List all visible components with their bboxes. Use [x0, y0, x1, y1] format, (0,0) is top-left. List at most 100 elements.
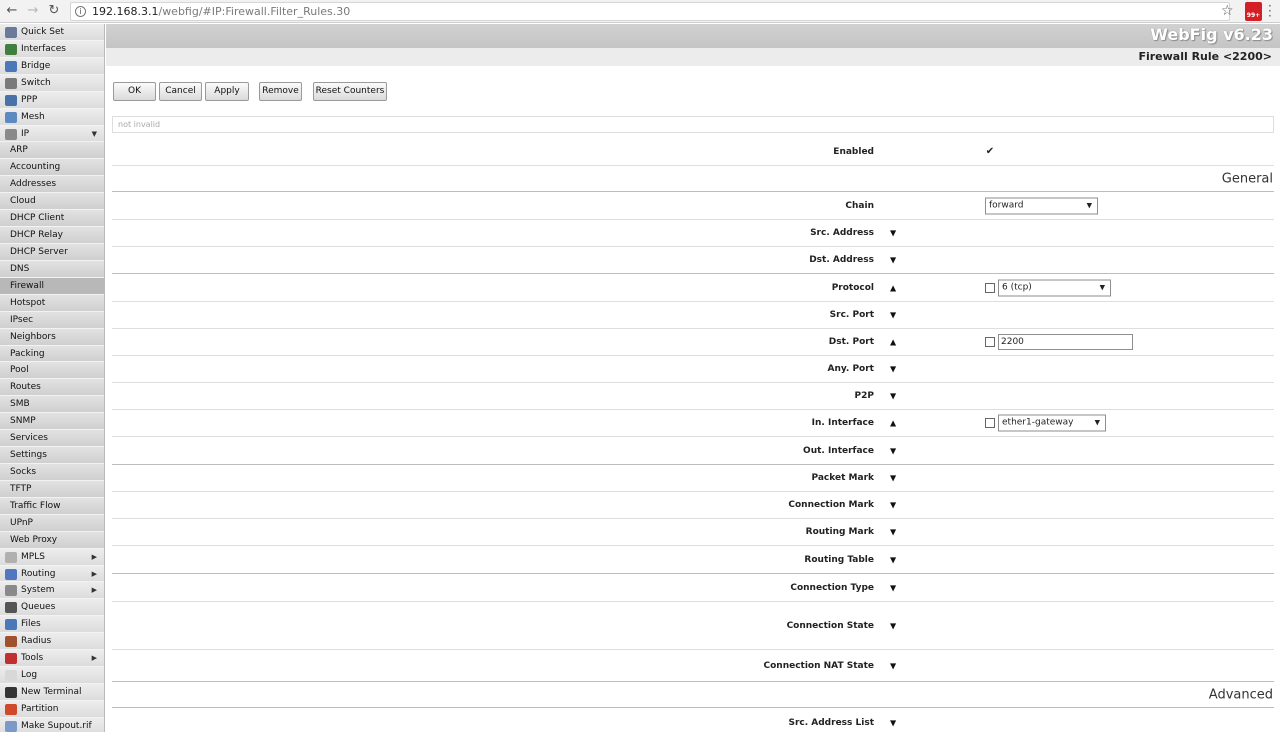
cancel-button[interactable]: Cancel — [159, 82, 202, 101]
sidebar-item-files[interactable]: Files — [0, 616, 104, 634]
expand-icon[interactable]: ▼ — [890, 528, 896, 537]
expand-icon[interactable]: ▼ — [890, 365, 896, 374]
sidebar-item-neighbors[interactable]: Neighbors — [0, 328, 104, 346]
sidebar-item-quick-set[interactable]: Quick Set — [0, 24, 104, 41]
row-in-interface: In. Interface ▲ ether1-gateway ▼ — [112, 410, 1274, 437]
sidebar-item-settings[interactable]: Settings — [0, 447, 104, 464]
chain-select[interactable]: forward ▼ — [985, 197, 1098, 214]
expand-icon[interactable]: ▼ — [890, 501, 896, 510]
sidebar-item-system[interactable]: System ▶ — [0, 582, 104, 600]
dst-port-input[interactable]: 2200 — [998, 334, 1133, 350]
supout-icon — [5, 720, 17, 732]
sidebar-item-new-terminal[interactable]: New Terminal — [0, 683, 104, 701]
reload-icon[interactable]: ↻ — [46, 3, 62, 19]
expand-icon[interactable]: ▼ — [890, 583, 896, 592]
sidebar-item-traffic-flow[interactable]: Traffic Flow — [0, 497, 104, 515]
back-arrow-icon[interactable]: ← — [4, 3, 20, 19]
sidebar-item-label: Services — [10, 433, 48, 444]
sidebar-item-dhcp-server[interactable]: DHCP Server — [0, 243, 104, 261]
expand-icon[interactable]: ▼ — [890, 229, 896, 238]
sidebar-item-tools[interactable]: Tools ▶ — [0, 650, 104, 668]
sidebar-item-radius[interactable]: Radius — [0, 633, 104, 651]
sidebar-item-mpls[interactable]: MPLS ▶ — [0, 548, 104, 566]
p2p-label: P2P — [854, 391, 874, 401]
row-p2p: P2P ▼ — [112, 383, 1274, 410]
in-interface-negate-checkbox[interactable] — [985, 418, 995, 428]
sidebar-item-queues[interactable]: Queues — [0, 599, 104, 617]
extension-badge-icon[interactable]: 99+ — [1245, 2, 1262, 21]
sidebar-item-log[interactable]: Log — [0, 667, 104, 684]
sidebar-item-addresses[interactable]: Addresses — [0, 176, 104, 194]
sidebar-item-hotspot[interactable]: Hotspot — [0, 294, 104, 312]
apply-button[interactable]: Apply — [205, 82, 249, 101]
sidebar-item-label: Neighbors — [10, 331, 56, 342]
sidebar-item-switch[interactable]: Switch — [0, 74, 104, 92]
sidebar-item-routes[interactable]: Routes — [0, 379, 104, 397]
remove-button[interactable]: Remove — [259, 82, 302, 101]
sidebar-item-interfaces[interactable]: Interfaces — [0, 40, 104, 58]
expand-icon[interactable]: ▼ — [890, 446, 896, 455]
expand-icon[interactable]: ▼ — [890, 555, 896, 564]
sidebar-item-snmp[interactable]: SNMP — [0, 413, 104, 431]
sidebar-item-label: PPP — [21, 94, 38, 105]
address-bar[interactable]: i 192.168.3.1/webfig/#IP:Firewall.Filter… — [70, 2, 1230, 21]
tools-icon — [5, 653, 17, 665]
partition-icon — [5, 703, 17, 715]
forward-arrow-icon[interactable]: → — [25, 3, 41, 19]
expand-icon[interactable]: ▼ — [890, 719, 896, 728]
sidebar-item-partition[interactable]: Partition — [0, 700, 104, 718]
row-dst-address: Dst. Address ▼ — [112, 247, 1274, 274]
in-interface-label: In. Interface — [811, 418, 874, 428]
sidebar-item-routing[interactable]: Routing ▶ — [0, 565, 104, 583]
in-interface-select[interactable]: ether1-gateway ▼ — [998, 414, 1106, 432]
sidebar-item-dhcp-relay[interactable]: DHCP Relay — [0, 227, 104, 244]
sidebar-item-packing[interactable]: Packing — [0, 345, 104, 363]
sidebar-item-dns[interactable]: DNS — [0, 260, 104, 278]
dst-port-negate-checkbox[interactable] — [985, 337, 995, 347]
sidebar-item-bridge[interactable]: Bridge — [0, 57, 104, 75]
expand-icon[interactable]: ▼ — [890, 256, 896, 265]
sidebar-item-cloud[interactable]: Cloud — [0, 193, 104, 211]
sidebar-item-make-supout-rif[interactable]: Make Supout.rif — [0, 717, 104, 732]
sidebar-item-ppp[interactable]: PPP — [0, 91, 104, 109]
sidebar-item-dhcp-client[interactable]: DHCP Client — [0, 210, 104, 228]
sidebar-item-ipsec[interactable]: IPsec — [0, 311, 104, 329]
sidebar-item-services[interactable]: Services — [0, 430, 104, 448]
chain-value: forward — [989, 200, 1024, 210]
expand-icon[interactable]: ▼ — [890, 621, 896, 630]
radius-icon — [5, 636, 17, 648]
sidebar-item-label: Switch — [21, 77, 51, 88]
sidebar-item-pool[interactable]: Pool — [0, 362, 104, 380]
sidebar-item-ip[interactable]: IP ▼ — [0, 125, 104, 143]
row-connection-type: Connection Type ▼ — [112, 574, 1274, 602]
expand-icon[interactable]: ▼ — [890, 661, 896, 670]
sidebar-item-firewall[interactable]: Firewall — [0, 277, 104, 295]
enabled-checkbox[interactable]: ✔ — [985, 147, 995, 157]
expand-icon[interactable]: ▼ — [890, 311, 896, 320]
sidebar-item-upnp[interactable]: UPnP — [0, 514, 104, 532]
reset-counters-button[interactable]: Reset Counters — [313, 82, 387, 101]
sidebar-item-tftp[interactable]: TFTP — [0, 480, 104, 498]
sidebar-item-label: Mesh — [21, 111, 45, 122]
collapse-icon[interactable]: ▲ — [890, 283, 896, 292]
url-text: 192.168.3.1/webfig/#IP:Firewall.Filter_R… — [92, 5, 350, 18]
expand-icon[interactable]: ▼ — [890, 392, 896, 401]
browser-menu-icon[interactable]: · · · — [1268, 0, 1272, 22]
collapse-icon[interactable]: ▲ — [890, 338, 896, 347]
sidebar-item-smb[interactable]: SMB — [0, 396, 104, 414]
ok-button[interactable]: OK — [113, 82, 156, 101]
sidebar-item-socks[interactable]: Socks — [0, 463, 104, 481]
site-info-icon[interactable]: i — [75, 6, 86, 17]
row-connection-mark: Connection Mark ▼ — [112, 492, 1274, 519]
sidebar-item-label: Firewall — [10, 280, 44, 291]
sidebar-item-label: DHCP Relay — [10, 230, 63, 241]
sidebar-item-arp[interactable]: ARP — [0, 142, 104, 160]
sidebar-item-web-proxy[interactable]: Web Proxy — [0, 531, 104, 549]
protocol-select[interactable]: 6 (tcp) ▼ — [998, 279, 1111, 296]
sidebar-item-accounting[interactable]: Accounting — [0, 159, 104, 177]
sidebar-item-mesh[interactable]: Mesh — [0, 108, 104, 126]
protocol-negate-checkbox[interactable] — [985, 282, 995, 293]
bookmark-star-icon[interactable]: ☆ — [1221, 3, 1234, 19]
expand-icon[interactable]: ▼ — [890, 474, 896, 483]
collapse-icon[interactable]: ▲ — [890, 419, 896, 428]
